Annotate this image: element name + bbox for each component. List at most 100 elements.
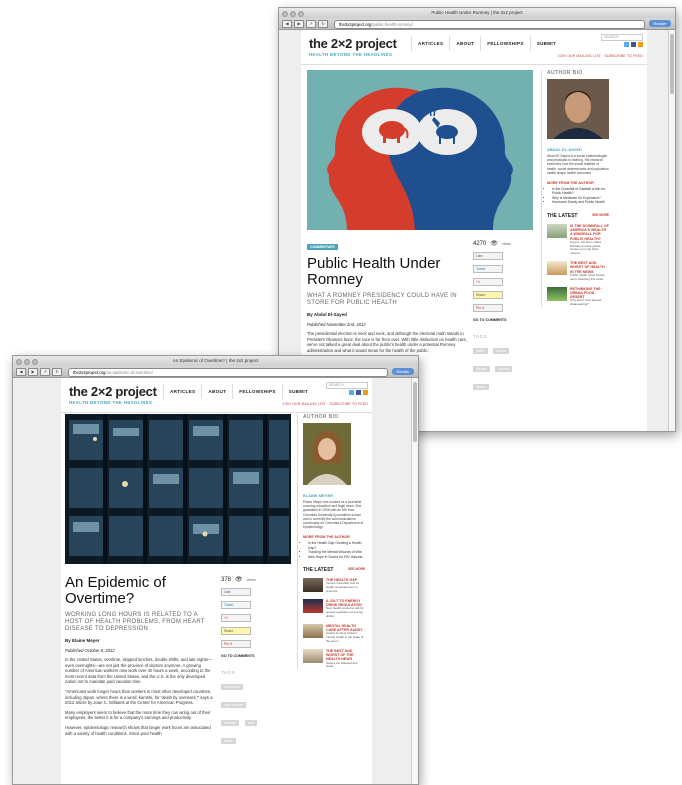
site-tagline: HEALTH BEYOND THE HEADLINES: [309, 52, 393, 57]
window-controls[interactable]: [282, 11, 304, 17]
latest-item[interactable]: RETHINKING THE URBAN FOOD DESERT Why aren…: [547, 286, 609, 307]
reader-button[interactable]: Reader: [649, 20, 671, 27]
close-icon[interactable]: [16, 359, 22, 365]
go-to-comments-link[interactable]: GO TO COMMENTS: [473, 318, 521, 322]
list-item[interactable]: Hurricane Sandy and Public Health: [552, 200, 609, 204]
back-button[interactable]: ◀: [282, 19, 292, 28]
minimize-icon[interactable]: [290, 11, 296, 17]
nav-articles[interactable]: ARTICLES: [163, 384, 201, 399]
more-from-author-heading: MORE FROM THE AUTHOR: [547, 181, 594, 186]
list-item[interactable]: New Hope in Sound for HIV Vaccine: [308, 555, 365, 559]
author-name[interactable]: ABDUL EL-SAYED: [547, 147, 609, 152]
tag[interactable]: work: [244, 720, 258, 726]
latest-item[interactable]: THE HEALTH GAP Income inequality and its …: [303, 578, 365, 594]
share-icon[interactable]: ↗: [40, 367, 50, 376]
scrollbar-thumb[interactable]: [413, 382, 417, 442]
scrollbar[interactable]: [668, 30, 675, 431]
tweet-button[interactable]: Tweet: [473, 265, 503, 273]
latest-heading: THE LATEST SEE MORE: [303, 567, 365, 574]
zoom-icon[interactable]: [298, 11, 304, 17]
site-header: the 2×2 project HEALTH BEYOND THE HEADLI…: [61, 378, 372, 413]
tag[interactable]: heart disease: [221, 702, 247, 708]
minimize-icon[interactable]: [24, 359, 30, 365]
site-logo[interactable]: the 2×2 project: [309, 36, 397, 51]
facebook-like-button[interactable]: Like: [221, 588, 251, 596]
tag[interactable]: stress: [221, 738, 236, 744]
nav-about[interactable]: ABOUT: [201, 384, 232, 399]
reader-button[interactable]: Reader: [392, 368, 414, 375]
main-nav: ARTICLES ABOUT FELLOWSHIPS SUBMIT: [411, 36, 562, 51]
forward-button[interactable]: ▶: [294, 19, 304, 28]
back-button[interactable]: ◀: [16, 367, 26, 376]
tweet-button[interactable]: Tweet: [221, 601, 251, 609]
facebook-icon[interactable]: [631, 42, 636, 47]
scrollbar[interactable]: [411, 378, 418, 784]
elephant-icon: [379, 121, 405, 139]
rss-icon[interactable]: [363, 390, 368, 395]
latest-item[interactable]: MENTAL HEALTH CARE AFTER SANDY Caring for…: [303, 623, 365, 644]
category-badge[interactable]: COMMENTARY: [307, 244, 339, 250]
latest-thumbnail: [303, 648, 323, 663]
tag[interactable]: election: [473, 366, 490, 372]
paragraph: "Americans work longer hours than worker…: [65, 688, 213, 706]
more-from-author-list: Is the Health Gap Growing a Health Gap? …: [303, 541, 365, 559]
google-plus-button[interactable]: +1: [221, 614, 251, 622]
title-bar: An Epidemic of Overtime? | the 2x2 proje…: [13, 356, 418, 366]
nav-submit[interactable]: SUBMIT: [529, 36, 562, 51]
window-controls[interactable]: [16, 359, 38, 365]
list-item[interactable]: Is the Downfall of Gaddafi a Win for Pub…: [552, 187, 609, 196]
nav-fellowships[interactable]: FELLOWSHIPS: [480, 36, 529, 51]
search-input[interactable]: SEARCH: [326, 382, 368, 389]
latest-item[interactable]: THE BEST AND WORST OF HEALTH IN THE NEWS…: [547, 261, 609, 281]
reload-icon[interactable]: ↻: [52, 367, 62, 376]
list-item[interactable]: Is the Health Gap Growing a Health Gap?: [308, 541, 365, 550]
latest-item[interactable]: A JOLT TO ENERGY DRINK REGULATION New hea…: [303, 598, 365, 619]
header-links[interactable]: JOIN OUR MAILING LIST · SUBSCRIBE TO FEE…: [283, 402, 368, 406]
site-logo[interactable]: the 2×2 project: [69, 384, 157, 399]
zoom-icon[interactable]: [32, 359, 38, 365]
go-to-comments-link[interactable]: GO TO COMMENTS: [221, 654, 269, 658]
social-icons: [349, 390, 368, 395]
title-bar: Public Health Under Romney | the 2x2 pro…: [279, 8, 675, 18]
reload-icon[interactable]: ↻: [318, 19, 328, 28]
facebook-icon[interactable]: [356, 390, 361, 395]
address-bar[interactable]: the2x2project.org/public-health-romney/: [334, 20, 645, 29]
view-count: 4270 👁 views: [473, 240, 511, 248]
pinterest-button[interactable]: Pin it: [221, 640, 251, 648]
tag[interactable]: obama: [473, 384, 489, 390]
eye-icon: 👁: [235, 577, 243, 583]
tag[interactable]: overtime: [221, 720, 240, 726]
share-button[interactable]: Share: [221, 627, 251, 635]
search-input[interactable]: SEARCH: [601, 34, 643, 41]
facebook-like-button[interactable]: Like: [473, 252, 503, 260]
latest-item[interactable]: IS THE DOWNFALL OF AMERICA'S WEALTH A WI…: [547, 223, 609, 256]
share-icon[interactable]: ↗: [306, 19, 316, 28]
tag[interactable]: politics: [493, 348, 509, 354]
latest-item[interactable]: THE BEST AND WORST OF THE HEALTH NEWS Sto…: [303, 648, 365, 669]
twitter-icon[interactable]: [624, 42, 629, 47]
scrollbar-thumb[interactable]: [670, 34, 674, 94]
header-links[interactable]: JOIN OUR MAILING LIST · SUBSCRIBE TO FEE…: [558, 54, 643, 58]
article-title: Public Health Under Romney: [307, 255, 441, 288]
more-from-author-list: Is the Downfall of Gaddafi a Win for Pub…: [547, 187, 609, 205]
address-bar[interactable]: the2x2project.org/an-epidemic-of-overtim…: [68, 368, 388, 377]
nav-submit[interactable]: SUBMIT: [281, 384, 314, 399]
share-button[interactable]: Share: [473, 291, 503, 299]
list-item[interactable]: Tracking the Mental Wounds of War: [308, 550, 365, 554]
tag[interactable]: health: [473, 348, 488, 354]
close-icon[interactable]: [282, 11, 288, 17]
author-name[interactable]: ELAINE MEYER: [303, 493, 365, 498]
nav-articles[interactable]: ARTICLES: [411, 36, 449, 51]
google-plus-button[interactable]: +1: [473, 278, 503, 286]
forward-button[interactable]: ▶: [28, 367, 38, 376]
nav-fellowships[interactable]: FELLOWSHIPS: [232, 384, 281, 399]
twitter-icon[interactable]: [349, 390, 354, 395]
nav-about[interactable]: ABOUT: [449, 36, 480, 51]
tag[interactable]: depression: [221, 684, 243, 690]
rss-icon[interactable]: [638, 42, 643, 47]
tag[interactable]: romney: [495, 366, 513, 372]
see-more-link[interactable]: SEE MORE: [592, 213, 609, 219]
pinterest-button[interactable]: Pin it: [473, 304, 503, 312]
see-more-link[interactable]: SEE MORE: [348, 567, 365, 573]
paragraph: The presidential election is neck and ne…: [307, 331, 467, 353]
